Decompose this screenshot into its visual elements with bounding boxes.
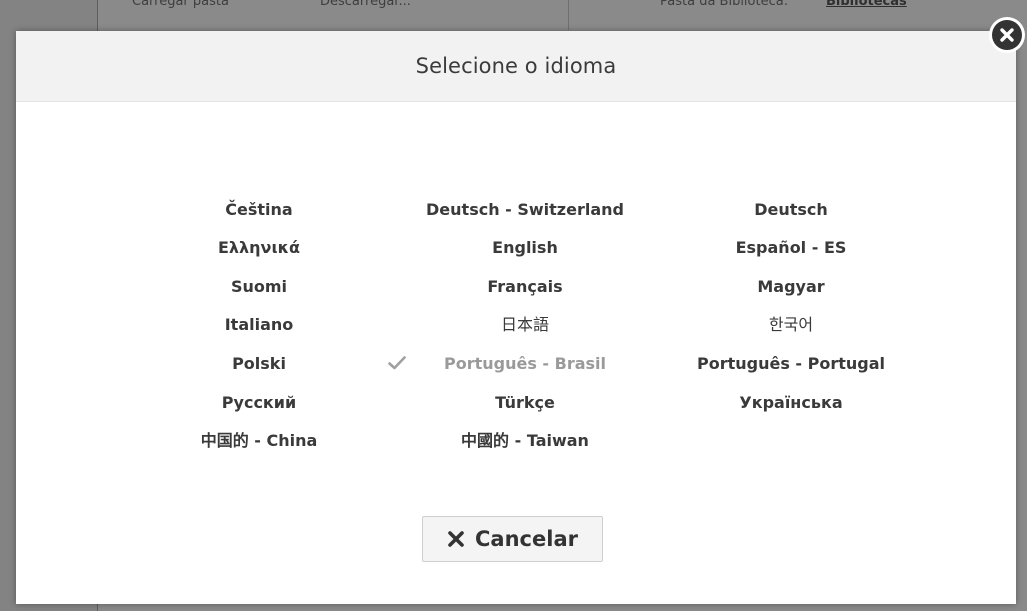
modal-title: Selecione o idioma: [415, 54, 617, 78]
language-option[interactable]: Français: [487, 276, 562, 298]
language-option[interactable]: Magyar: [757, 276, 824, 298]
language-option[interactable]: Ελληνικά: [218, 237, 300, 259]
x-icon: [448, 531, 464, 547]
language-option[interactable]: English: [492, 237, 558, 259]
close-button[interactable]: [989, 17, 1025, 53]
language-option[interactable]: Українська: [739, 392, 842, 414]
close-circle-icon: [992, 20, 1022, 50]
language-option[interactable]: 한국어: [769, 314, 813, 336]
language-option[interactable]: Suomi: [231, 276, 287, 298]
language-option[interactable]: Čeština: [225, 199, 292, 221]
background-library-label: Pasta da Biblioteca:: [660, 0, 789, 9]
language-modal: Selecione o idioma Čeština Deutsch - Swi…: [16, 31, 1016, 604]
language-option-selected[interactable]: Português - Brasil: [444, 353, 606, 375]
language-option[interactable]: 中国的 - China: [201, 430, 318, 452]
language-option[interactable]: Polski: [232, 353, 286, 375]
language-option[interactable]: 日本語: [501, 314, 549, 336]
background-library-value: Bibliotecas: [826, 0, 907, 9]
background-upload-folder: Carregar pasta: [132, 0, 229, 9]
language-option[interactable]: Deutsch - Switzerland: [426, 199, 624, 221]
language-option[interactable]: Português - Portugal: [697, 353, 885, 375]
background-divider: [568, 0, 569, 30]
cancel-label: Cancelar: [475, 527, 578, 551]
background-download: Descarregar...: [320, 0, 411, 9]
language-option[interactable]: Türkçe: [495, 392, 555, 414]
language-option[interactable]: 中國的 - Taiwan: [461, 430, 589, 452]
cancel-button[interactable]: Cancelar: [422, 516, 603, 562]
modal-header: Selecione o idioma: [16, 31, 1016, 102]
language-option[interactable]: Español - ES: [736, 237, 847, 259]
check-icon: [388, 356, 406, 370]
language-option[interactable]: Deutsch: [754, 199, 828, 221]
language-option[interactable]: Русский: [222, 392, 296, 414]
language-option[interactable]: Italiano: [225, 314, 294, 336]
